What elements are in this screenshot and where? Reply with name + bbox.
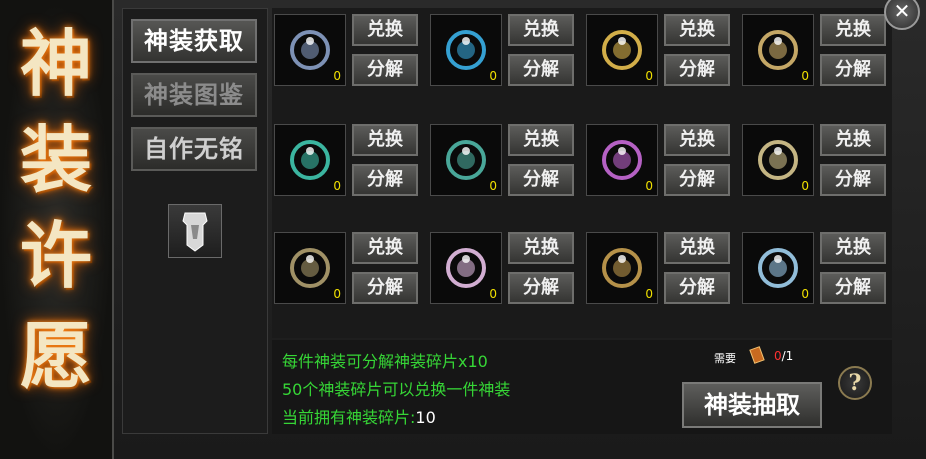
dragon-ring-icon <box>602 248 642 288</box>
exchange-button[interactable]: 兑换 <box>352 14 418 46</box>
item-slot[interactable]: 0 <box>430 14 502 86</box>
helmet-icon <box>290 30 330 70</box>
draw-button[interactable]: 神装抽取 <box>682 382 822 428</box>
decompose-button[interactable]: 分解 <box>352 272 418 304</box>
item-count: 0 <box>489 69 497 83</box>
exchange-button[interactable]: 兑换 <box>508 14 574 46</box>
item-count: 0 <box>801 69 809 83</box>
decompose-button[interactable]: 分解 <box>664 54 730 86</box>
exchange-button[interactable]: 兑换 <box>820 14 886 46</box>
item-slot[interactable]: 0 <box>742 14 814 86</box>
item-cell: 0 兑换分解 <box>272 10 426 88</box>
decompose-button[interactable]: 分解 <box>820 164 886 196</box>
item-cell: 0 兑换分解 <box>740 228 894 306</box>
need-count: 0/1 <box>774 349 793 363</box>
item-count: 0 <box>489 287 497 301</box>
gem-ring-icon <box>446 248 486 288</box>
decompose-button[interactable]: 分解 <box>352 54 418 86</box>
necklace-icon <box>446 30 486 70</box>
item-cell: 0 兑换分解 <box>740 10 894 88</box>
item-slot[interactable]: 0 <box>586 124 658 196</box>
title-char-2: 装 <box>19 117 92 202</box>
decompose-button[interactable]: 分解 <box>352 164 418 196</box>
item-slot[interactable]: 0 <box>586 232 658 304</box>
item-slot[interactable]: 0 <box>430 232 502 304</box>
item-slot[interactable]: 0 <box>430 124 502 196</box>
item-cell: 0 兑换分解 <box>584 10 738 88</box>
info-exchange-text: 50个神装碎片可以兑换一件神装 <box>282 380 511 399</box>
item-slot[interactable]: 0 <box>742 124 814 196</box>
exchange-button[interactable]: 兑换 <box>352 232 418 264</box>
decompose-button[interactable]: 分解 <box>508 54 574 86</box>
info-fragment-count: 当前拥有神装碎片:10 <box>282 404 436 428</box>
exchange-button[interactable]: 兑换 <box>820 232 886 264</box>
title-banner: 神 装 许 愿 <box>0 0 112 459</box>
item-cell: 0 兑换分解 <box>272 120 426 198</box>
title-char-4: 愿 <box>19 313 92 398</box>
exchange-button[interactable]: 兑换 <box>664 14 730 46</box>
tab-collection[interactable]: 神装图鉴 <box>131 73 257 117</box>
exchange-button[interactable]: 兑换 <box>820 124 886 156</box>
item-slot[interactable]: 0 <box>586 14 658 86</box>
item-count: 0 <box>333 69 341 83</box>
need-have: 0 <box>774 349 782 363</box>
item-count: 0 <box>645 69 653 83</box>
item-cell: 0 兑换分解 <box>428 10 582 88</box>
item-count: 0 <box>801 287 809 301</box>
belt-icon <box>758 30 798 70</box>
bracelet-icon <box>290 140 330 180</box>
exchange-button[interactable]: 兑换 <box>508 124 574 156</box>
item-slot[interactable]: 0 <box>742 232 814 304</box>
info-panel: 每件神装可分解神装碎片x10 50个神装碎片可以兑换一件神装 当前拥有神装碎片:… <box>272 340 892 434</box>
item-count: 0 <box>645 287 653 301</box>
tab-acquire[interactable]: 神装获取 <box>131 19 257 63</box>
exchange-button[interactable]: 兑换 <box>664 124 730 156</box>
gold-ring-icon <box>602 30 642 70</box>
emblem-icon <box>168 204 222 258</box>
item-cell: 0 兑换分解 <box>428 120 582 198</box>
skull-amulet-icon <box>290 248 330 288</box>
crown-icon <box>602 140 642 180</box>
item-cell: 0 兑换分解 <box>584 120 738 198</box>
item-count: 0 <box>333 179 341 193</box>
decompose-button[interactable]: 分解 <box>664 272 730 304</box>
item-cell: 0 兑换分解 <box>740 120 894 198</box>
decompose-button[interactable]: 分解 <box>664 164 730 196</box>
title-char-1: 神 <box>19 21 92 106</box>
decompose-button[interactable]: 分解 <box>508 272 574 304</box>
item-count: 0 <box>333 287 341 301</box>
info-decompose-text: 每件神装可分解神装碎片x10 <box>282 352 488 371</box>
help-button[interactable]: ? <box>838 366 872 400</box>
equipment-grid: 0 兑换 分解 0 兑换 分解 0 兑换 分解 0 兑换 分解 0 兑换 分解 0 兑换 分解 0 兑换 分解 0 兑换 分解… <box>272 8 892 338</box>
item-cell: 0 兑换分解 <box>428 228 582 306</box>
item-slot[interactable]: 0 <box>274 14 346 86</box>
decompose-button[interactable]: 分解 <box>820 54 886 86</box>
decompose-button[interactable]: 分解 <box>820 272 886 304</box>
tab-craft[interactable]: 自作无铭 <box>131 127 257 171</box>
title-char-3: 许 <box>19 213 92 298</box>
jewel-icon <box>758 248 798 288</box>
boots-icon <box>446 140 486 180</box>
decompose-button[interactable]: 分解 <box>508 164 574 196</box>
chain-icon <box>758 140 798 180</box>
item-slot[interactable]: 0 <box>274 124 346 196</box>
item-cell: 0 兑换分解 <box>272 228 426 306</box>
scroll-icon <box>748 346 766 364</box>
item-slot[interactable]: 0 <box>274 232 346 304</box>
need-label: 需要 <box>714 352 736 365</box>
exchange-button[interactable]: 兑换 <box>352 124 418 156</box>
exchange-button[interactable]: 兑换 <box>508 232 574 264</box>
item-count: 0 <box>801 179 809 193</box>
exchange-button[interactable]: 兑换 <box>664 232 730 264</box>
item-count: 0 <box>489 179 497 193</box>
item-cell: 0 兑换分解 <box>584 228 738 306</box>
fragment-count-value: 10 <box>415 408 436 427</box>
fragment-count-label: 当前拥有神装碎片: <box>282 408 416 427</box>
need-total: /1 <box>781 349 794 363</box>
item-count: 0 <box>645 179 653 193</box>
